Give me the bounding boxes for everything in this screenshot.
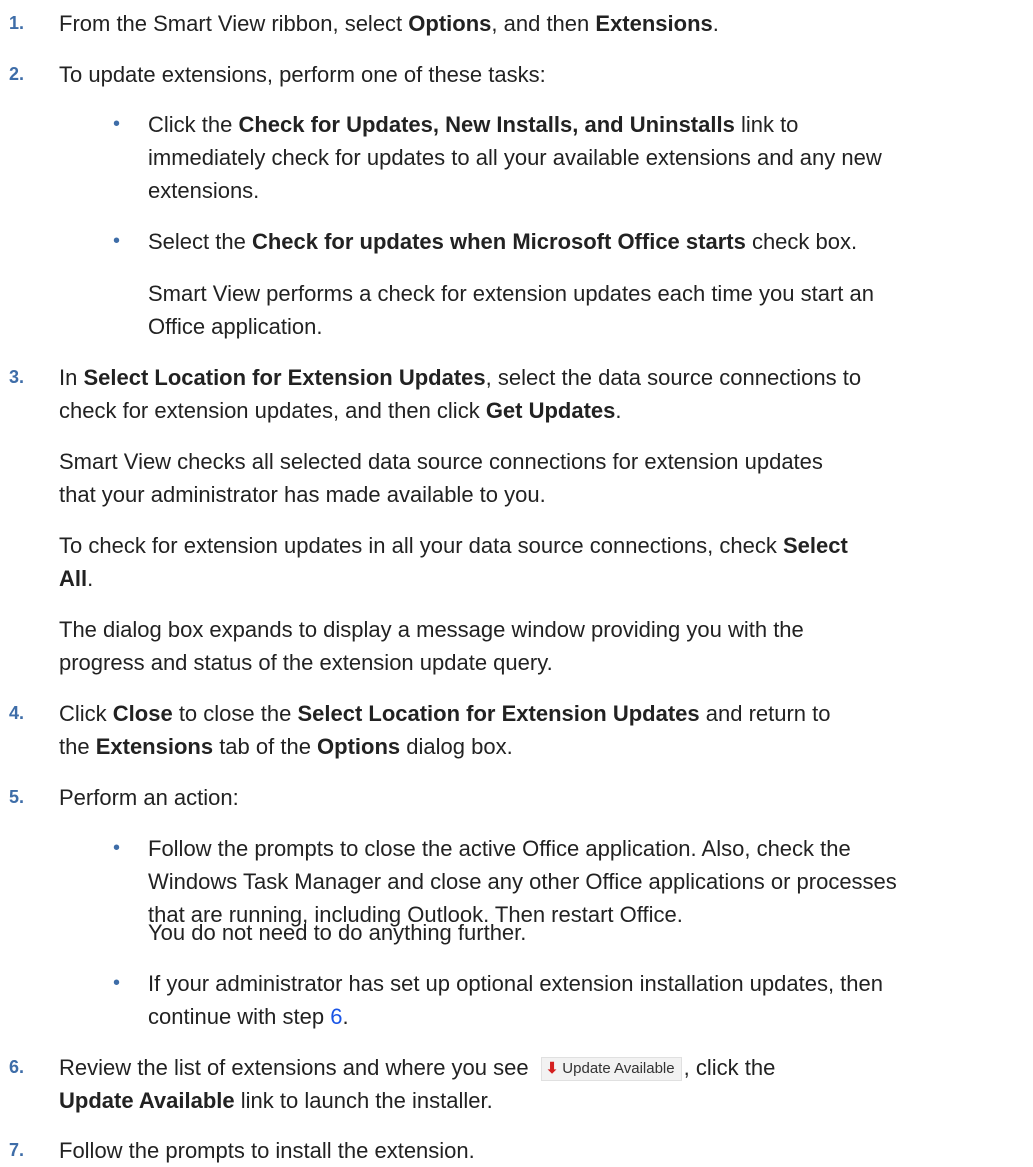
step-number: 1. xyxy=(9,13,25,33)
bullet-icon: • xyxy=(113,113,121,135)
step-text: Perform an action: xyxy=(59,785,239,810)
update-available-badge: ⬇ Update Available xyxy=(540,1057,682,1081)
ui-term: Get Updates xyxy=(485,398,616,423)
ui-term: Select xyxy=(782,533,848,558)
bullet-icon: • xyxy=(113,230,121,252)
ui-term: Select Location for Extension Updates xyxy=(83,365,486,390)
bullet-note: Smart View performs a check for extensio… xyxy=(148,281,874,339)
step-number: 6. xyxy=(9,1057,25,1077)
step-text: Review the list of extensions and where … xyxy=(59,1055,776,1113)
step-text: Follow the prompts to install the extens… xyxy=(59,1138,475,1163)
ui-term: Extensions xyxy=(95,734,214,759)
step-number: 7. xyxy=(9,1140,25,1160)
bullet-icon: • xyxy=(113,972,121,994)
step-text: Click Close to close the Select Location… xyxy=(59,701,831,759)
bullet-text: Select the Check for updates when Micros… xyxy=(148,229,858,254)
step-3-paragraph-2: To check for extension updates in all yo… xyxy=(59,533,848,591)
step-3-paragraph-1: Smart View checks all selected data sour… xyxy=(59,449,823,507)
ui-term: Select Location for Extension Updates xyxy=(297,701,700,726)
ui-term: Options xyxy=(408,11,492,36)
ui-term: Update Available xyxy=(59,1088,235,1113)
ui-term: Close xyxy=(112,701,173,726)
download-arrow-icon: ⬇ xyxy=(545,1060,559,1077)
step-number: 4. xyxy=(9,703,25,723)
step-text: To update extensions, perform one of the… xyxy=(59,62,546,87)
step-text: From the Smart View ribbon, select Optio… xyxy=(59,11,719,36)
step-6-link[interactable]: 6 xyxy=(330,1004,342,1029)
bullet-text: Click the Check for Updates, New Install… xyxy=(148,112,882,203)
ui-term: Check for updates when Microsoft Office … xyxy=(251,229,746,254)
ui-term: All xyxy=(59,566,88,591)
ui-term: Options xyxy=(317,734,401,759)
ui-term: Extensions xyxy=(595,11,713,36)
bullet-text: If your administrator has set up optiona… xyxy=(148,971,884,1029)
step-number: 2. xyxy=(9,64,25,84)
step-3-paragraph-3: The dialog box expands to display a mess… xyxy=(59,617,804,675)
ui-term: Check for Updates, New Installs, and Uni… xyxy=(238,112,735,137)
document-page: 1. From the Smart View ribbon, select Op… xyxy=(0,0,1033,1163)
bullet-note: You do not need to do anything further. xyxy=(148,920,527,945)
step-number: 5. xyxy=(9,787,25,807)
step-number: 3. xyxy=(9,367,25,387)
bullet-icon: • xyxy=(113,837,121,859)
step-text: In Select Location for Extension Updates… xyxy=(59,365,862,423)
